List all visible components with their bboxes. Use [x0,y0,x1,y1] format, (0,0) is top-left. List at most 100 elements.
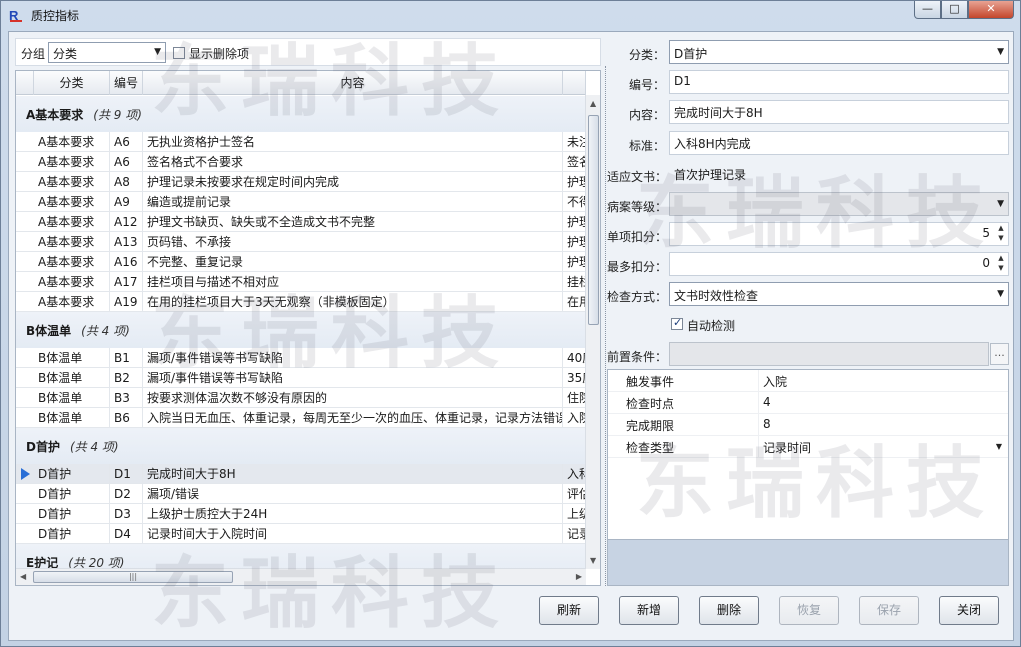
row-indicator [16,388,34,408]
code-label: 编号： [629,78,666,92]
table-row[interactable]: A基本要求A12护理文书缺页、缺失或不全造成文书不完整护理 [16,212,586,232]
cell-content: 编造或提前记录 [143,192,563,212]
restore-button[interactable]: 恢复 [779,596,839,625]
precondition-browse-button[interactable]: ... [990,343,1009,365]
property-row[interactable]: 检查类型 记录时间 ▼ [608,436,1008,458]
group-header[interactable]: D首护 (共 4 项) [16,428,586,464]
cell-code: D3 [110,504,143,524]
cell-category: A基本要求 [34,212,110,232]
property-row[interactable]: 完成期限 8 [608,414,1008,436]
header-category[interactable]: 分类 [34,71,110,95]
max-deduction-label: 最多扣分： [607,260,668,274]
maximize-button[interactable]: □ [941,1,968,19]
cell-category: B体温单 [34,388,110,408]
check-method-select[interactable]: 文书时效性检查 ▼ [669,282,1009,306]
refresh-button[interactable]: 刷新 [539,596,599,625]
panel-splitter[interactable] [605,66,606,586]
table-row[interactable]: B体温单 B6 入院当日无血压、体重记录，每周无至少一次的血压、体重记录，记录方法错… [16,408,586,428]
group-select[interactable]: 分类 ▼ [48,42,166,63]
header-indicator-col [16,71,34,95]
stepper-arrows-icon[interactable]: ▲ ▼ [996,253,1006,273]
group-count: (共 4 项) [81,324,130,338]
cell-standard: 入院 [563,408,586,428]
row-indicator [16,192,34,212]
horizontal-scroll-thumb[interactable]: ||| [33,571,233,583]
standard-field[interactable]: 入科8H内完成 [669,131,1009,155]
group-count: (共 4 项) [69,440,119,454]
scroll-up-icon[interactable]: ▲ [590,99,596,108]
group-header[interactable]: B体温单 (共 4 项) [16,312,586,348]
add-button[interactable]: 新增 [619,596,679,625]
table-row[interactable]: B体温单B3按要求测体温次数不够没有原因的住院 [16,388,586,408]
cell-code: A12 [110,212,143,232]
property-row[interactable]: 触发事件 入院 [608,370,1008,392]
save-button[interactable]: 保存 [859,596,919,625]
horizontal-scrollbar[interactable]: ◀ ||| ▶ [16,568,586,585]
row-indicator [16,524,34,544]
chevron-down-icon[interactable]: ▼ [996,442,1002,451]
vertical-scrollbar[interactable]: ▲ ▼ [585,95,600,569]
group-header[interactable]: A基本要求 (共 9 项) [16,96,586,132]
category-select[interactable]: D首护 ▼ [669,40,1009,64]
table-row[interactable]: D首护D2漏项/错误评估 [16,484,586,504]
table-row[interactable]: D首护D1完成时间大于8H入科 [16,464,586,484]
table-row[interactable]: A基本要求A16不完整、重复记录护理 [16,252,586,272]
cell-category: B体温单 [34,348,110,368]
check-method-label: 检查方式： [607,290,668,304]
close-button[interactable]: 关闭 [939,596,999,625]
max-deduction-stepper[interactable]: 0 ▲ ▼ [669,252,1009,276]
cell-standard: 评估 [563,484,586,504]
main-window: R 质控指标 — □ ✕ 分组 分类 ▼ 显示删除项 分类 编号 内容 A基本要… [0,0,1021,647]
precondition-field[interactable] [669,342,989,366]
header-code[interactable]: 编号 [110,71,143,95]
table-row[interactable]: B体温单B2漏项/事件错误等书写缺陷35度 [16,368,586,388]
cell-category: D首护 [34,504,110,524]
table-row[interactable]: D首护D4记录时间大于入院时间记录 [16,524,586,544]
table-row[interactable]: B体温单B1漏项/事件错误等书写缺陷40度 [16,348,586,368]
scroll-right-icon[interactable]: ▶ [576,572,582,581]
cell-standard: 住院 [563,388,586,408]
table-row[interactable]: A基本要求A13页码错、不承接护理 [16,232,586,252]
minimize-button[interactable]: — [914,1,941,19]
table-row[interactable]: A基本要求A9编造或提前记录不得 [16,192,586,212]
code-field[interactable]: D1 [669,70,1009,94]
delete-button[interactable]: 删除 [699,596,759,625]
header-content[interactable]: 内容 [143,71,563,95]
cell-category: D首护 [34,484,110,504]
cell-content: 护理记录未按要求在规定时间内完成 [143,172,563,192]
cell-standard: 护理 [563,172,586,192]
single-deduction-stepper[interactable]: 5 ▲ ▼ [669,222,1009,246]
content-field[interactable]: 完成时间大于8H [669,100,1009,124]
table-row[interactable]: A基本要求A17挂栏项目与描述不相对应挂栏 [16,272,586,292]
cell-code: A9 [110,192,143,212]
property-key: 检查类型 [626,441,675,455]
table-row[interactable]: A基本要求A19在用的挂栏项目大于3天无观察（非模板固定）在用 [16,292,586,312]
auto-detect-checkbox[interactable] [671,316,683,330]
property-value: 入院 [763,375,788,389]
record-level-select[interactable]: ▼ [669,192,1009,216]
scroll-down-icon[interactable]: ▼ [590,556,596,565]
cell-code: B2 [110,368,143,388]
close-window-button[interactable]: ✕ [968,1,1014,19]
grid-rows: A基本要求(共 9 项)A基本要求A6无执业资格护士签名未注A基本要求A6签名格… [16,96,586,569]
table-row[interactable]: D首护D3上级护士质控大于24H上级 [16,504,586,524]
single-deduction-label: 单项扣分： [607,230,668,244]
group-count: (共 9 项) [93,108,142,122]
stepper-arrows-icon[interactable]: ▲ ▼ [996,223,1006,243]
header-standard[interactable] [563,71,586,95]
vertical-scroll-thumb[interactable] [588,115,599,325]
group-header[interactable]: E护记 (共 20 项) [16,544,586,569]
scroll-left-icon[interactable]: ◀ [20,572,26,581]
property-key: 完成期限 [626,419,675,433]
cell-code: D4 [110,524,143,544]
show-deleted-checkbox[interactable] [173,47,185,59]
property-row[interactable]: 检查时点 4 [608,392,1008,414]
row-indicator [16,348,34,368]
cell-standard: 护理 [563,212,586,232]
table-row[interactable]: A基本要求A8护理记录未按要求在规定时间内完成护理 [16,172,586,192]
table-row[interactable]: A基本要求A6无执业资格护士签名未注 [16,132,586,152]
chevron-down-icon: ▼ [154,47,161,57]
precondition-label: 前置条件： [607,350,668,364]
table-row[interactable]: A基本要求A6签名格式不合要求签名 [16,152,586,172]
cell-code: A6 [110,152,143,172]
